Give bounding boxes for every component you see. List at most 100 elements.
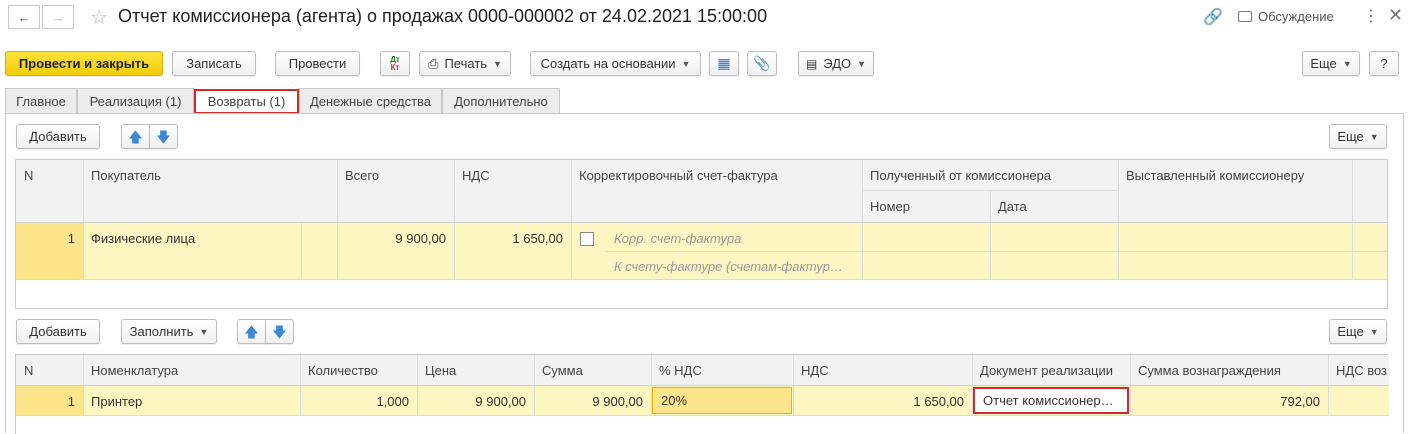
chevron-down-icon: ▼ (1369, 131, 1379, 142)
col-quantity[interactable]: Количество (300, 357, 417, 384)
post-button[interactable]: Провести (275, 51, 360, 76)
chat-icon (1238, 11, 1252, 22)
col-vat[interactable]: НДС (454, 162, 571, 189)
more-label: Еще (1337, 324, 1364, 339)
corr-invoice-to-field[interactable]: К счету-фактуре (счетам-фактур… (606, 253, 862, 280)
sales-document-cell[interactable]: Отчет комиссионера… (973, 387, 1129, 414)
chevron-down-icon: ▼ (681, 58, 691, 69)
col-date[interactable]: Дата (990, 193, 1118, 220)
arrow-down-icon: 🡇 (272, 323, 287, 340)
save-button[interactable]: Записать (172, 51, 256, 76)
edo-button[interactable]: ▤ ЭДО ▼ (798, 51, 874, 76)
close-icon[interactable]: ✕ (1388, 5, 1403, 26)
col-n[interactable]: N (16, 357, 83, 384)
col-price[interactable]: Цена (417, 357, 534, 384)
help-label: ? (1380, 56, 1388, 71)
tab-cash[interactable]: Денежные средства (299, 88, 442, 113)
link-icon[interactable]: 🔗 (1203, 7, 1223, 27)
goods-more-button[interactable]: Еще ▼ (1329, 319, 1387, 344)
print-button[interactable]: ⎙ Печать ▼ (419, 51, 511, 76)
structure-icon: ▦ (717, 55, 731, 71)
col-item[interactable]: Номенклатура (83, 357, 300, 384)
chevron-down-icon: ▼ (1342, 58, 1352, 69)
paperclip-icon: 📎 (753, 55, 771, 71)
tab-additional[interactable]: Дополнительно (442, 88, 560, 113)
row-number: 1 (67, 231, 75, 246)
buyer-cell[interactable]: Физические лица (83, 225, 301, 252)
col-reward-sum[interactable]: Сумма вознаграждения (1130, 357, 1328, 384)
reward-sum-cell[interactable]: 792,00 (1130, 388, 1328, 415)
printer-icon: ⎙ (428, 55, 439, 71)
forward-button[interactable]: → (42, 5, 74, 29)
col-received-from-agent[interactable]: Полученный от комиссионера (862, 162, 1118, 189)
returns-more-button[interactable]: Еще ▼ (1329, 124, 1387, 149)
save-label: Записать (186, 56, 242, 71)
back-button[interactable]: ← (8, 5, 40, 29)
post-label: Провести (288, 56, 347, 71)
dt-kt-button[interactable]: Дт Кт (380, 51, 410, 76)
tab-returns[interactable]: Возвраты (1) (194, 89, 299, 114)
attach-button[interactable]: 📎 (747, 51, 777, 76)
favorite-star-icon[interactable]: ☆ (90, 5, 108, 30)
arrow-up-icon: 🡅 (244, 323, 259, 340)
edo-icon: ▤ (805, 56, 818, 71)
tab-label: Возвраты (1) (207, 94, 286, 109)
table-row[interactable]: 1 Принтер 1,000 9 900,00 9 900,00 20% 1 … (16, 386, 1389, 415)
goods-move-up-button[interactable]: 🡅 (237, 319, 266, 344)
create-based-on-button[interactable]: Создать на основании ▼ (530, 51, 701, 76)
arrow-up-icon: 🡅 (128, 128, 143, 145)
chevron-down-icon: ▼ (857, 58, 867, 69)
arrow-down-icon: 🡇 (156, 128, 171, 145)
tab-label: Главное (16, 93, 66, 109)
corr-invoice-checkbox[interactable] (580, 232, 594, 246)
vat-cell[interactable]: 1 650,00 (793, 388, 972, 415)
col-number[interactable]: Номер (862, 193, 990, 220)
more-label: Еще (1337, 129, 1364, 144)
col-issued-to-agent[interactable]: Выставленный комиссионеру (1118, 162, 1352, 189)
post-and-close-button[interactable]: Провести и закрыть (5, 51, 163, 76)
post-and-close-label: Провести и закрыть (18, 56, 150, 71)
sum-cell[interactable]: 9 900,00 (534, 388, 651, 415)
tab-label: Дополнительно (454, 93, 548, 109)
discussion-label: Обсуждение (1258, 9, 1334, 24)
vat-rate-cell[interactable]: 20% (652, 387, 792, 414)
fill-button[interactable]: Заполнить ▼ (121, 319, 217, 344)
col-sum[interactable]: Сумма (534, 357, 651, 384)
vat-cell[interactable]: 1 650,00 (454, 225, 571, 252)
price-cell[interactable]: 9 900,00 (417, 388, 534, 415)
chevron-down-icon: ▼ (1369, 326, 1379, 337)
chevron-down-icon: ▼ (493, 58, 502, 69)
add-goods-button[interactable]: Добавить (16, 319, 100, 344)
corr-invoice-field[interactable]: Корр. счет-фактура (606, 225, 862, 252)
print-label: Печать (444, 56, 488, 71)
col-sales-document[interactable]: Документ реализации (972, 357, 1130, 384)
more-label: Еще (1310, 56, 1337, 71)
tab-sales[interactable]: Реализация (1) (77, 88, 194, 113)
more-button[interactable]: Еще ▼ (1302, 51, 1360, 76)
chevron-down-icon: ▼ (199, 326, 209, 337)
edo-label: ЭДО (823, 56, 852, 71)
move-up-button[interactable]: 🡅 (121, 124, 150, 149)
col-n[interactable]: N (16, 162, 83, 189)
col-vat-rate[interactable]: % НДС (651, 357, 793, 384)
more-vertical-icon[interactable]: ⋮ (1363, 6, 1379, 26)
move-down-button[interactable]: 🡇 (149, 124, 178, 149)
col-corr-invoice[interactable]: Корректировочный счет-фактура (571, 162, 862, 189)
help-button[interactable]: ? (1369, 51, 1399, 76)
add-label: Добавить (29, 129, 87, 144)
structure-button[interactable]: ▦ (709, 51, 739, 76)
add-label: Добавить (29, 324, 87, 339)
col-reward-vat[interactable]: НДС воз (1328, 357, 1389, 384)
col-total[interactable]: Всего (337, 162, 454, 189)
row-number: 1 (67, 394, 75, 409)
col-buyer[interactable]: Покупатель (83, 162, 337, 189)
tab-main[interactable]: Главное (5, 88, 77, 113)
item-cell[interactable]: Принтер (83, 388, 300, 415)
tab-label: Денежные средства (309, 93, 432, 109)
goods-move-down-button[interactable]: 🡇 (265, 319, 294, 344)
quantity-cell[interactable]: 1,000 (300, 388, 417, 415)
add-return-button[interactable]: Добавить (16, 124, 100, 149)
discussion-button[interactable]: Обсуждение (1238, 9, 1334, 24)
col-vat[interactable]: НДС (793, 357, 972, 384)
total-cell[interactable]: 9 900,00 (337, 225, 454, 252)
